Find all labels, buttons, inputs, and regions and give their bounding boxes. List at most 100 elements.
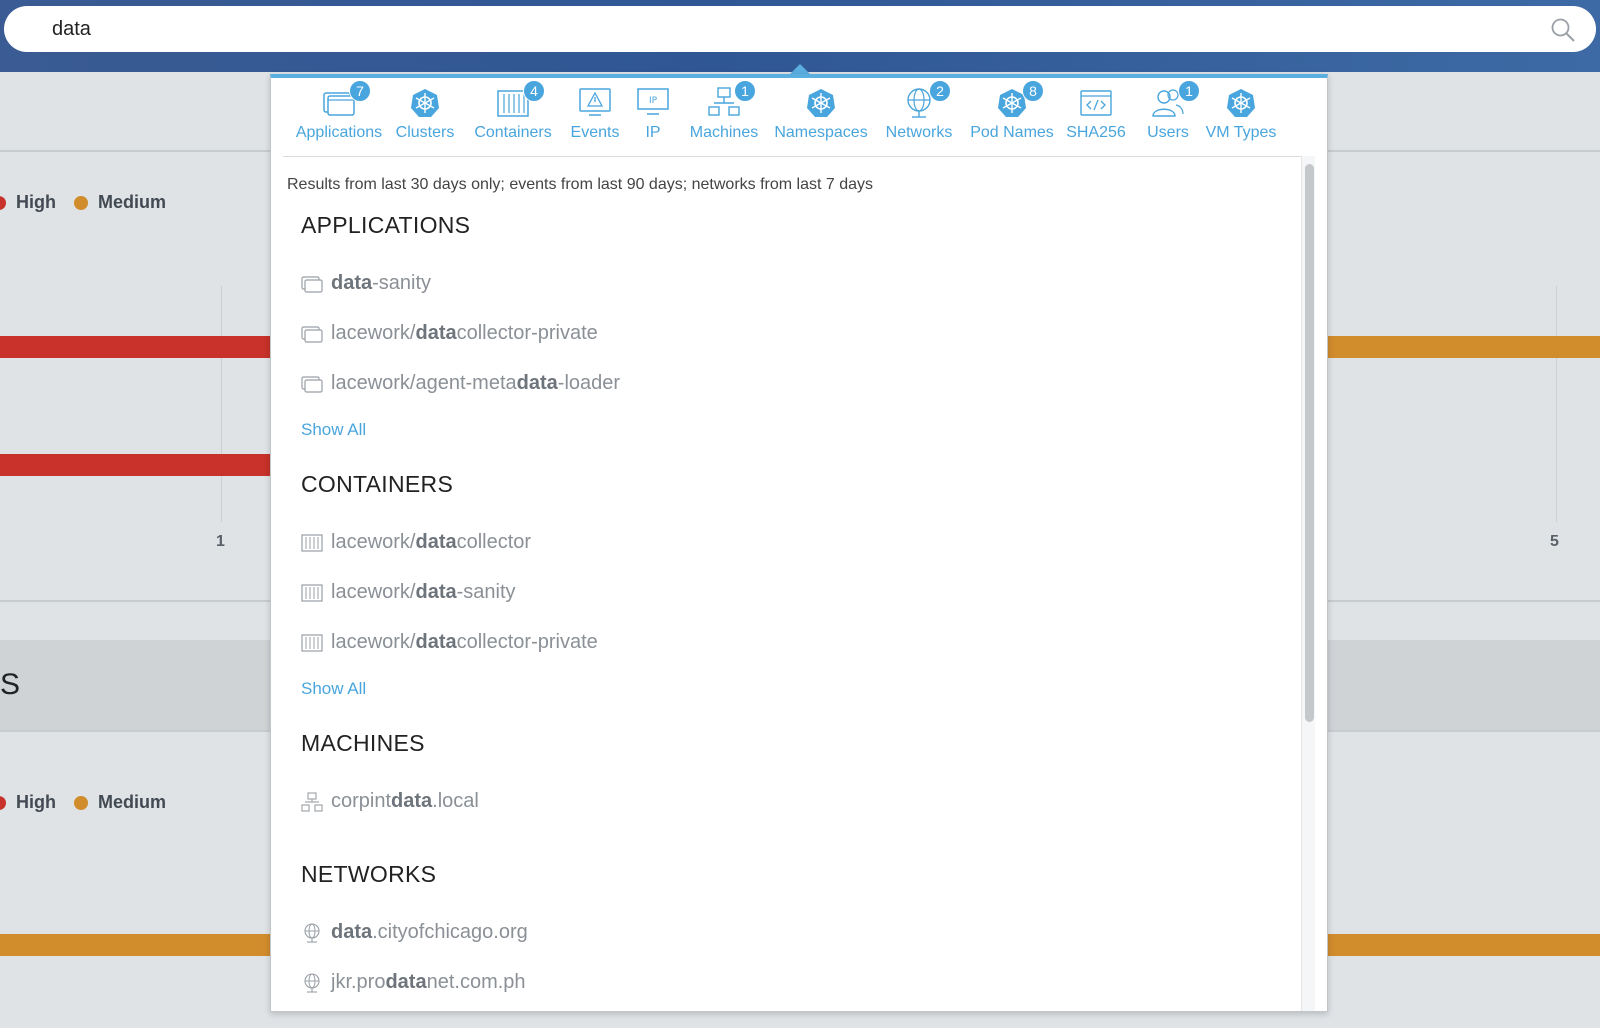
- legend-high-label: High: [16, 792, 56, 812]
- tab-vm-types[interactable]: VM Types: [1205, 86, 1277, 142]
- tab-label: VM Types: [1205, 124, 1277, 141]
- result-container[interactable]: lacework/data -sanity: [301, 581, 516, 604]
- result-suffix: net.com.ph: [426, 971, 526, 993]
- results-scrollbar[interactable]: [1301, 156, 1315, 1011]
- tab-applications[interactable]: 7 Applications: [293, 80, 385, 142]
- result-machine[interactable]: corpint data .local: [301, 790, 479, 813]
- result-application[interactable]: lacework/data collector-private: [301, 322, 598, 345]
- tab-label: Users: [1147, 124, 1189, 141]
- tab-clusters[interactable]: Clusters: [393, 86, 457, 142]
- tab-label: Namespaces: [774, 124, 868, 141]
- medium-severity-bar[interactable]: [1326, 336, 1600, 358]
- result-network[interactable]: jkr.pro data net.com.ph: [301, 971, 526, 994]
- results-list: Results from last 30 days only; events f…: [283, 158, 1291, 1011]
- show-all-containers-link[interactable]: Show All: [301, 679, 366, 699]
- tabs-divider: [283, 156, 1315, 157]
- top-header-bar: [0, 0, 1600, 72]
- container-icon: [301, 533, 323, 552]
- tab-label: IP: [645, 124, 661, 141]
- result-suffix: -sanity: [372, 272, 432, 294]
- tab-pod-names[interactable]: 8 Pod Names: [970, 80, 1054, 142]
- result-match: data: [415, 322, 457, 344]
- result-suffix: .local: [432, 790, 479, 812]
- scrollbar-thumb[interactable]: [1305, 164, 1314, 722]
- tab-label: Clusters: [395, 124, 455, 141]
- tab-ip[interactable]: IP IP: [633, 86, 673, 142]
- tab-users[interactable]: 1 Users: [1145, 80, 1200, 142]
- tab-namespaces[interactable]: Namespaces: [774, 86, 868, 142]
- medium-severity-bar[interactable]: [1326, 934, 1600, 956]
- high-legend-dot: [0, 795, 6, 810]
- medium-severity-bar[interactable]: [0, 934, 272, 956]
- legend-medium-label: Medium: [98, 192, 167, 212]
- tab-label: Containers: [474, 124, 552, 141]
- result-container[interactable]: lacework/data collector-private: [301, 631, 598, 654]
- result-prefix: jkr.pro: [331, 971, 386, 993]
- application-icon: [301, 275, 323, 293]
- tab-label: SHA256: [1066, 124, 1126, 141]
- kubernetes-icon: [807, 89, 835, 117]
- group-title-machines: MACHINES: [301, 730, 425, 756]
- tab-label: Events: [570, 124, 620, 141]
- result-suffix: -sanity: [456, 581, 516, 603]
- result-application[interactable]: lacework/agent-meta data -loader: [301, 372, 620, 395]
- group-title-networks: NETWORKS: [301, 861, 437, 887]
- result-prefix: lacework/: [331, 322, 416, 344]
- globe-icon: [304, 972, 320, 993]
- search-results-dropdown: 7 Applications Clusters 4 Containers Eve…: [270, 74, 1328, 1012]
- search-input[interactable]: [52, 6, 1502, 52]
- application-icon: [301, 325, 323, 343]
- result-application[interactable]: data -sanity: [301, 272, 431, 295]
- result-container[interactable]: lacework/data collector: [301, 531, 531, 554]
- result-prefix: lacework/agent-meta: [331, 372, 517, 394]
- result-match: data: [331, 921, 373, 943]
- count-badge: 8: [1022, 80, 1044, 102]
- result-network[interactable]: data .cityofchicago.org: [301, 921, 528, 944]
- result-prefix: lacework/: [331, 631, 416, 653]
- search-icon[interactable]: [1550, 17, 1576, 43]
- event-warning-icon: [579, 88, 611, 116]
- high-legend-dot: [0, 195, 6, 210]
- tab-label: Applications: [295, 124, 383, 141]
- tab-events[interactable]: Events: [567, 86, 623, 142]
- show-all-applications-link[interactable]: Show All: [301, 420, 366, 440]
- tab-containers[interactable]: 4 Containers: [473, 80, 553, 142]
- count-badge: 1: [734, 80, 756, 102]
- count-badge: 1: [1178, 80, 1200, 102]
- result-match: data: [391, 790, 433, 812]
- group-title-applications: APPLICATIONS: [301, 212, 471, 238]
- count-badge: 7: [349, 80, 371, 102]
- grid-line: [221, 286, 222, 522]
- tab-sha256[interactable]: SHA256: [1063, 86, 1129, 142]
- container-icon: [301, 633, 323, 652]
- result-suffix: .cityofchicago.org: [372, 921, 528, 943]
- medium-legend-dot: [74, 195, 88, 210]
- ip-icon: IP: [637, 88, 669, 115]
- result-match: data: [415, 531, 457, 553]
- count-badge: 2: [929, 80, 951, 102]
- result-suffix: -loader: [557, 372, 621, 394]
- result-match: data: [516, 372, 558, 394]
- count-badge: 4: [523, 80, 545, 102]
- kubernetes-icon: [1227, 89, 1255, 117]
- container-icon: [301, 583, 323, 602]
- application-icon: [301, 375, 323, 393]
- group-title-containers: CONTAINERS: [301, 471, 454, 497]
- legend-high-label: High: [16, 192, 56, 212]
- result-category-tabs: 7 Applications Clusters 4 Containers Eve…: [271, 78, 1327, 156]
- global-search-bar: [4, 6, 1596, 52]
- axis-tick-label: 1: [216, 533, 225, 550]
- axis-tick-label: 5: [1550, 533, 1559, 550]
- tab-label: Machines: [689, 124, 759, 141]
- result-match: data: [385, 971, 427, 993]
- tab-label: Pod Names: [970, 124, 1054, 141]
- legend-medium-label: Medium: [98, 792, 167, 812]
- tab-networks[interactable]: 2 Networks: [881, 80, 957, 142]
- high-severity-bar[interactable]: [0, 336, 272, 358]
- result-suffix: collector: [456, 531, 532, 553]
- machine-network-icon: [301, 791, 323, 812]
- result-match: data: [415, 631, 457, 653]
- tab-machines[interactable]: 1 Machines: [689, 80, 759, 142]
- result-match: data: [415, 581, 457, 603]
- high-severity-bar[interactable]: [0, 454, 272, 476]
